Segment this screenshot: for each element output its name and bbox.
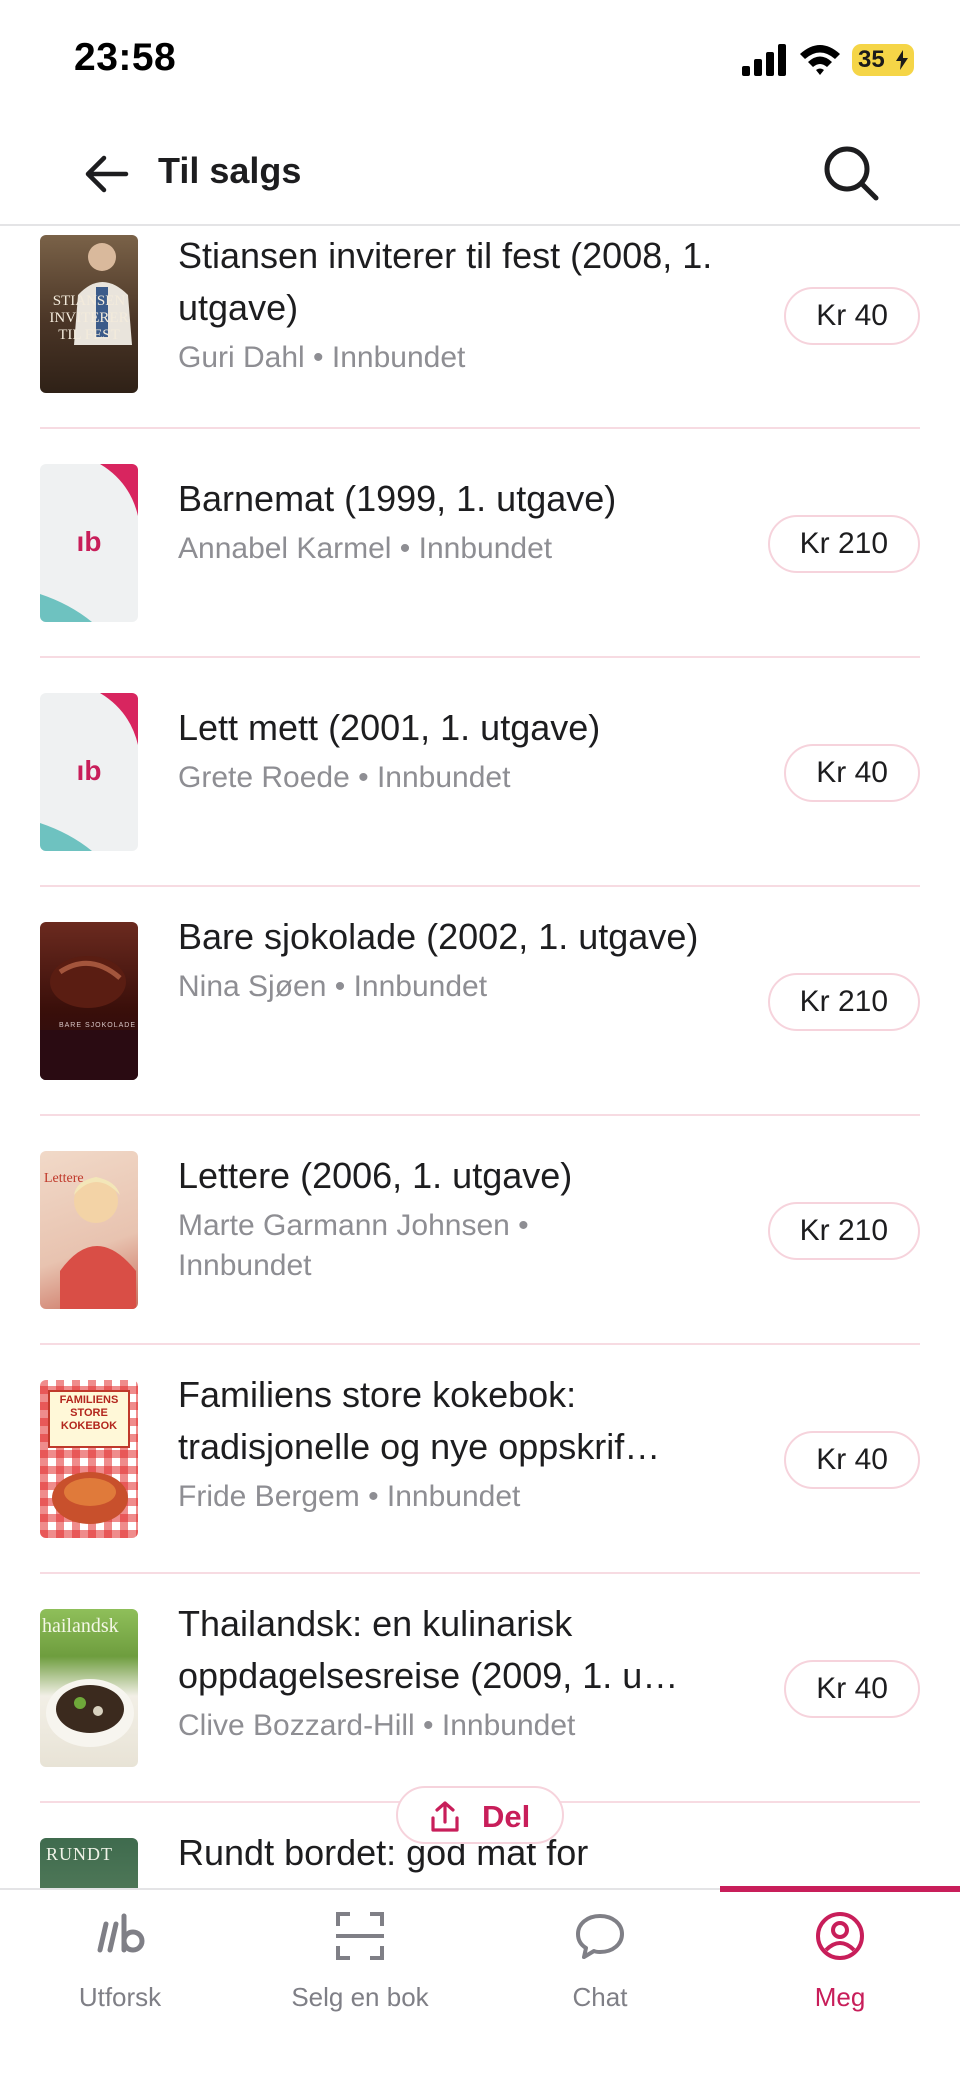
tab-label: Utforsk <box>78 1982 162 2012</box>
tab-meg[interactable]: Meg <box>720 1886 960 2078</box>
book-author-format: Fride Bergem • Innbundet <box>178 1480 521 1513</box>
price-badge: Kr 210 <box>767 973 920 1031</box>
price-badge: Kr 40 <box>784 1660 920 1718</box>
book-cover-placeholder: ıb <box>40 464 138 622</box>
price-badge: Kr 210 <box>767 515 920 573</box>
list-item[interactable]: FAMILIENS STORE KOKEBOK Familiens store … <box>40 1345 920 1574</box>
price-badge: Kr 40 <box>784 1431 920 1489</box>
list-item[interactable]: BARE SJOKOLADE Bare sjokolade (2002, 1. … <box>40 887 920 1116</box>
book-cover: STIANSEN INVITERER TIL FEST <box>40 235 138 393</box>
battery-level: 35 <box>858 46 885 73</box>
book-author-format: Marte Garmann Johnsen • Innbundet <box>178 1209 529 1282</box>
book-title: Lett mett (2001, 1. utgave) <box>178 707 601 748</box>
for-sale-list: STIANSEN INVITERER TIL FEST Stiansen inv… <box>0 228 960 1888</box>
tab-label: Meg <box>814 1982 866 2012</box>
book-title: Lettere (2006, 1. utgave) <box>178 1155 573 1196</box>
cover-title-text: BARE SJOKOLADE <box>58 1022 136 1029</box>
book-cover: RUNDT <box>40 1838 138 1888</box>
cover-food-illustration <box>46 1679 134 1747</box>
bookis-logo-icon: ıb <box>76 755 102 786</box>
book-author-format: Clive Bozzard-Hill • Innbundet <box>178 1709 576 1742</box>
cellular-signal-icon <box>742 44 786 76</box>
book-cover-placeholder: ıb <box>40 693 138 851</box>
cover-title-text: STIANSEN INVITERER TIL FEST <box>49 293 129 343</box>
book-title: Stiansen inviterer til fest (2008, 1. ut… <box>178 235 713 328</box>
scan-icon <box>336 1912 384 1960</box>
status-time: 23:58 <box>74 36 177 79</box>
list-item[interactable]: ıb Barnemat (1999, 1. utgave) Annabel Ka… <box>40 429 920 658</box>
cover-title-text: RUNDT <box>46 1844 113 1864</box>
price-badge: Kr 40 <box>784 744 920 802</box>
wifi-icon <box>800 45 840 75</box>
book-author-format: Guri Dahl • Innbundet <box>178 341 466 374</box>
book-author-format: Grete Roede • Innbundet <box>178 761 511 794</box>
book-title: Barnemat (1999, 1. utgave) <box>178 478 617 519</box>
list-item[interactable]: ıb Lett mett (2001, 1. utgave) Grete Roe… <box>40 658 920 887</box>
list-item[interactable]: STIANSEN INVITERER TIL FEST Stiansen inv… <box>40 228 920 429</box>
share-button[interactable]: Del <box>396 1786 564 1844</box>
book-author-format: Nina Sjøen • Innbundet <box>178 970 488 1003</box>
battery-icon: 35 <box>852 44 914 76</box>
book-title: Familiens store kokebok: tradisjonelle o… <box>178 1374 661 1467</box>
price-badge: Kr 40 <box>784 287 920 345</box>
tab-label: Selg en bok <box>291 1982 429 2012</box>
chat-icon <box>576 1914 624 1959</box>
page-title: Til salgs <box>158 150 302 191</box>
book-cover: hailandsk <box>40 1609 138 1767</box>
cover-food-illustration <box>52 1472 128 1524</box>
top-navigation-bar: Til salgs <box>0 120 960 226</box>
book-cover: BARE SJOKOLADE <box>40 922 138 1080</box>
tab-utforsk[interactable]: Utforsk <box>0 1890 240 2078</box>
active-tab-indicator <box>720 1886 960 1892</box>
book-cover: FAMILIENS STORE KOKEBOK <box>40 1380 138 1538</box>
charging-bolt-icon <box>896 50 908 70</box>
share-icon <box>431 1801 459 1832</box>
logo-icon <box>97 1913 145 1953</box>
search-icon[interactable] <box>820 142 882 204</box>
book-author-format: Annabel Karmel • Innbundet <box>178 532 553 565</box>
book-title: Thailandsk: en kulinarisk oppdagelsesrei… <box>178 1603 679 1696</box>
tab-label: Chat <box>572 1982 628 2012</box>
book-cover: Lettere <box>40 1151 138 1309</box>
share-label: Del <box>482 1799 531 1834</box>
list-item[interactable]: hailandsk Thailandsk: en kulinarisk oppd… <box>40 1574 920 1803</box>
status-bar: 23:58 35 <box>0 0 960 120</box>
bookis-logo-icon: ıb <box>76 526 102 557</box>
book-title: Bare sjokolade (2002, 1. utgave) <box>178 916 699 957</box>
bottom-tab-bar: Utforsk Selg en bok Chat Meg <box>0 1886 960 2078</box>
cover-photo-illustration <box>40 956 138 1080</box>
list-item[interactable]: Lettere Lettere (2006, 1. utgave) Marte … <box>40 1116 920 1345</box>
profile-icon <box>816 1912 864 1960</box>
cover-title-text: Lettere <box>44 1171 84 1186</box>
tab-selg-en-bok[interactable]: Selg en bok <box>240 1890 480 2078</box>
price-badge: Kr 210 <box>767 1202 920 1260</box>
tab-chat[interactable]: Chat <box>480 1890 720 2078</box>
back-arrow-icon[interactable] <box>80 146 136 202</box>
